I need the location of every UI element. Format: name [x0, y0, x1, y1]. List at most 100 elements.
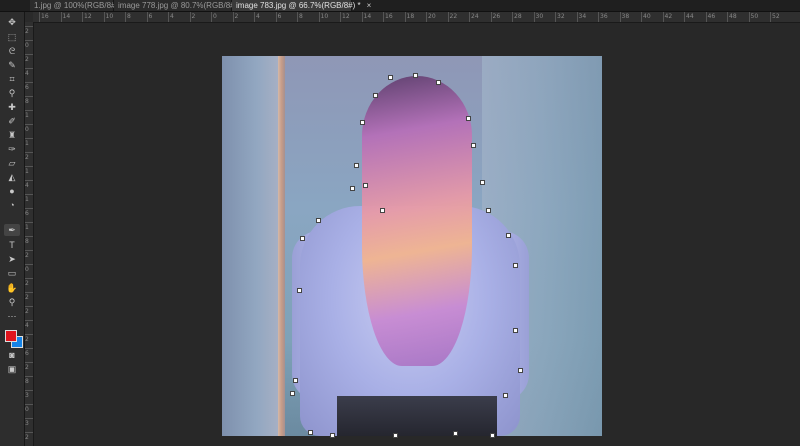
path-anchor-point[interactable] [480, 180, 485, 185]
ruler-label: 2 [25, 252, 29, 259]
ruler-tick [512, 12, 513, 22]
more-icon[interactable]: ⋯ [4, 310, 20, 322]
pen-icon[interactable]: ✒ [4, 224, 20, 236]
ruler-tick [598, 12, 599, 22]
path-anchor-point[interactable] [393, 433, 398, 438]
ruler-label: 38 [621, 13, 630, 20]
ruler-tick [24, 292, 33, 293]
path-anchor-point[interactable] [486, 208, 491, 213]
marquee-icon[interactable]: ⬚ [4, 31, 20, 43]
path-anchor-point[interactable] [380, 208, 385, 213]
path-anchor-point[interactable] [471, 143, 476, 148]
type-icon[interactable]: T [4, 239, 20, 251]
path-anchor-point[interactable] [513, 328, 518, 333]
paint-bucket-icon[interactable]: ◭ [4, 171, 20, 183]
tab-label: image 783.jpg @ 66.7%(RGB/8#) * [236, 1, 361, 10]
tab-1-jpg[interactable]: 1.jpg @ 100%(RGB/8#) × [30, 0, 129, 11]
eraser-icon[interactable]: ▱ [4, 157, 20, 169]
foreground-color-swatch[interactable] [5, 330, 17, 342]
ruler-label: 1 [25, 140, 29, 147]
path-anchor-point[interactable] [518, 368, 523, 373]
ruler-label: 20 [428, 13, 436, 20]
ruler-tick [447, 12, 449, 22]
dodge-icon[interactable]: ◔ [4, 199, 20, 211]
ruler-tick [82, 12, 83, 22]
document-canvas[interactable] [222, 56, 602, 436]
tab-image-778[interactable]: image 778.jpg @ 80.7%(RGB/8#) * × [114, 0, 253, 11]
close-icon[interactable]: × [367, 1, 372, 10]
ruler-tick [24, 26, 33, 27]
path-anchor-point[interactable] [300, 236, 305, 241]
ruler-label: 8 [25, 238, 29, 245]
ruler-label: 34 [578, 13, 587, 20]
ruler-label: 0 [25, 266, 29, 273]
path-anchor-point[interactable] [490, 433, 495, 438]
path-anchor-point[interactable] [316, 218, 321, 223]
ruler-label: 6 [277, 13, 282, 20]
tab-image-783[interactable]: image 783.jpg @ 66.7%(RGB/8#) * × [232, 0, 371, 11]
ruler-tick [24, 222, 33, 223]
ruler-label: 3 [25, 392, 29, 399]
path-anchor-point[interactable] [297, 288, 302, 293]
healing-icon[interactable]: ✚ [4, 101, 20, 113]
ruler-label: 0 [25, 42, 29, 49]
ruler-tick [24, 250, 33, 251]
ruler-tick [24, 362, 33, 363]
path-anchor-point[interactable] [290, 391, 295, 396]
ruler-label: 1 [25, 224, 29, 231]
path-anchor-point[interactable] [363, 183, 368, 188]
vertical-ruler[interactable]: 202468101214161820222426283032 [24, 22, 34, 446]
blur-icon[interactable]: ● [4, 185, 20, 197]
path-anchor-point[interactable] [503, 393, 508, 398]
photo-hair [362, 76, 472, 366]
path-anchor-point[interactable] [360, 120, 365, 125]
ruler-corner[interactable] [24, 12, 33, 22]
ruler-tick [24, 306, 33, 307]
ruler-label: 28 [514, 13, 522, 20]
ruler-tick [361, 12, 363, 22]
ruler-label: 14 [62, 13, 71, 20]
ruler-label: 2 [191, 13, 196, 20]
zoom-icon[interactable]: ⚲ [4, 296, 20, 308]
eyedropper-icon[interactable]: ⚲ [4, 87, 20, 99]
path-anchor-point[interactable] [413, 73, 418, 78]
ruler-tick [727, 12, 728, 22]
path-anchor-point[interactable] [513, 263, 518, 268]
ruler-tick [24, 54, 33, 55]
path-anchor-point[interactable] [453, 431, 458, 436]
ruler-label: 10 [320, 13, 329, 20]
ruler-label: 2 [25, 308, 29, 315]
brush-icon[interactable]: ✐ [4, 115, 20, 127]
path-anchor-point[interactable] [436, 80, 441, 85]
ruler-label: 40 [643, 13, 651, 20]
path-anchor-point[interactable] [293, 378, 298, 383]
path-anchor-point[interactable] [308, 430, 313, 435]
path-anchor-point[interactable] [330, 433, 335, 438]
path-anchor-point[interactable] [354, 163, 359, 168]
history-brush-icon[interactable]: ✑ [4, 143, 20, 155]
lasso-icon[interactable]: ᘓ [4, 45, 20, 57]
stamp-icon[interactable]: ♜ [4, 129, 20, 141]
path-anchor-point[interactable] [350, 186, 355, 191]
path-anchor-point[interactable] [373, 93, 378, 98]
hand-icon[interactable]: ✋ [4, 282, 20, 294]
path-anchor-point[interactable] [466, 116, 471, 121]
path-anchor-point[interactable] [388, 75, 393, 80]
horizontal-ruler[interactable]: 16 14 12 10 8 6 4 2 0 2 4 6 8 10 12 14 16 18 20 22 24 26 28 30 3… [33, 12, 800, 23]
path-select-icon[interactable]: ➤ [4, 253, 20, 265]
ruler-tick [490, 12, 492, 22]
ruler-label: 1 [25, 168, 29, 175]
ruler-label: 6 [25, 350, 29, 357]
quick-mask-icon[interactable]: ◙ [4, 349, 20, 361]
crop-icon[interactable]: ⌗ [4, 73, 20, 85]
screen-mode-icon[interactable]: ▣ [4, 363, 20, 375]
quick-select-icon[interactable]: ✎ [4, 59, 20, 71]
ruler-tick [619, 12, 621, 22]
path-anchor-point[interactable] [506, 233, 511, 238]
move-icon[interactable]: ✥ [4, 16, 20, 28]
ruler-label: 8 [299, 13, 303, 20]
rectangle-icon[interactable]: ▭ [4, 267, 20, 279]
ruler-tick [24, 40, 33, 41]
ruler-tick [662, 12, 664, 22]
ruler-tick [426, 12, 427, 22]
